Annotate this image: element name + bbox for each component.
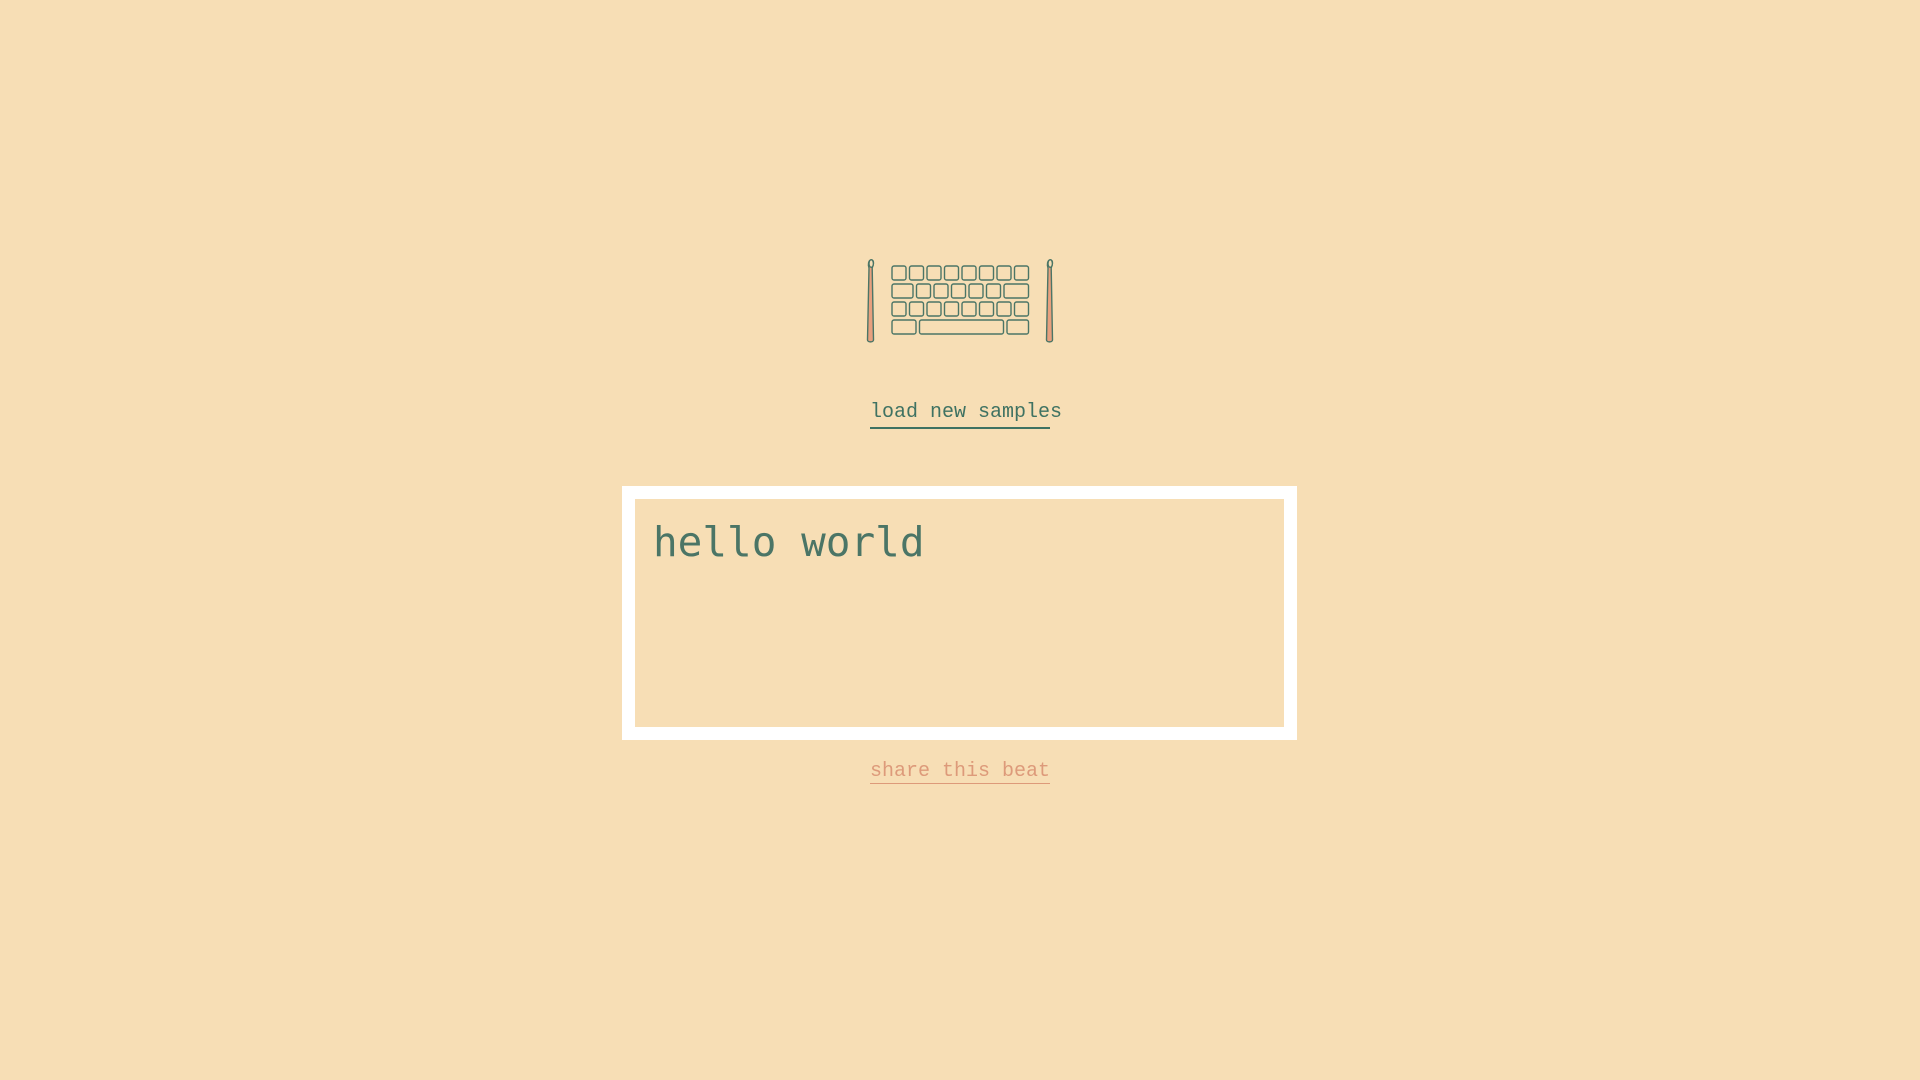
- beat-text-input[interactable]: hello world: [635, 499, 1284, 727]
- share-this-beat-link[interactable]: share this beat: [870, 760, 1051, 784]
- load-new-samples-link[interactable]: load new samples: [870, 400, 1062, 429]
- keyboard-drumsticks-logo: [864, 256, 1058, 346]
- beat-text-editor-frame: hello world: [622, 486, 1297, 740]
- keyboard-drumsticks-icon: [866, 259, 1054, 343]
- share-this-beat-link-wrapper: share this beat: [870, 759, 1051, 785]
